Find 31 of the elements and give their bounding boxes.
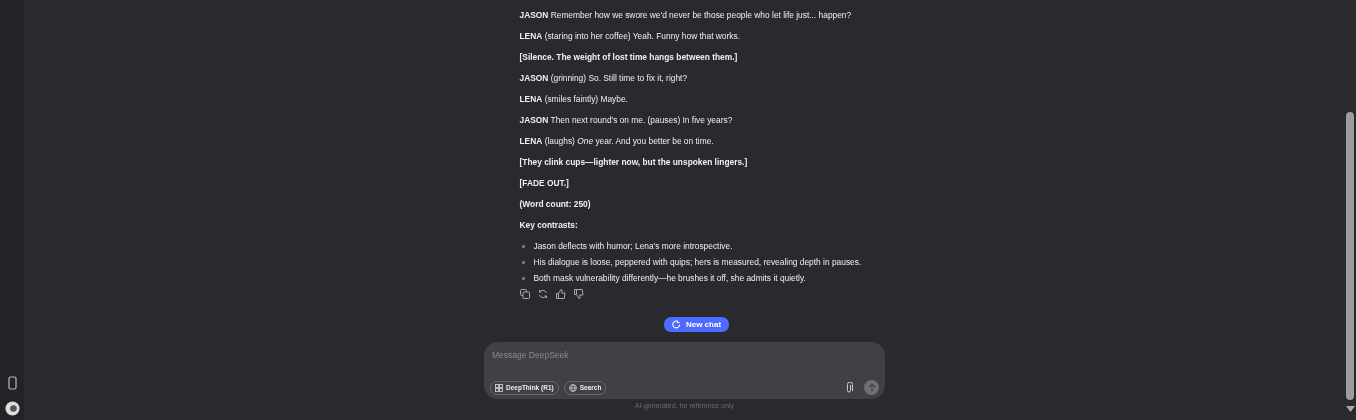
thumbs-down-icon[interactable] xyxy=(573,289,584,299)
new-chat-icon xyxy=(671,320,681,329)
stage-direction: [FADE OUT.] xyxy=(519,178,570,189)
bullet-dot-icon xyxy=(521,245,525,248)
dialogue-line: JASON (grinning) So. Still time to fix it, right? xyxy=(519,73,689,84)
dialogue-line: LENA (smiles faintly) Maybe. xyxy=(519,94,629,105)
dialogue-line: JASON Then next round's on me. (pauses) In five years? xyxy=(519,115,734,126)
phone-icon[interactable] xyxy=(7,376,17,390)
thumbs-up-icon[interactable] xyxy=(555,289,566,299)
stage-direction: [Silence. The weight of lost time hangs between them.] xyxy=(519,52,739,63)
grid-icon xyxy=(495,383,503,392)
scroll-down-icon[interactable] xyxy=(1345,406,1355,412)
avatar-icon[interactable] xyxy=(4,401,20,416)
bullet-dot-icon xyxy=(521,277,525,280)
bullet-item: Jason deflects with humor; Lena's more introspective. xyxy=(533,241,733,252)
refresh-icon[interactable] xyxy=(537,289,548,299)
stage-direction: [They clink cups—lighter now, but the unspoken lingers.] xyxy=(519,157,749,168)
new-chat-button[interactable]: New chat xyxy=(663,317,730,332)
copy-icon[interactable] xyxy=(519,289,530,299)
bullet-item: Both mask vulnerability differently—he brushes it off, she admits it quietly. xyxy=(533,273,806,284)
stage-direction: Key contrasts: xyxy=(519,220,579,231)
stage-direction: (Word count: 250) xyxy=(519,199,592,210)
globe-icon xyxy=(568,383,577,392)
dialogue-line: LENA (staring into her coffee) Yeah. Funny how that works. xyxy=(519,31,741,42)
bullet-item: His dialogue is loose, peppered with quips; hers is measured, revealing depth in pauses. xyxy=(533,257,862,268)
paperclip-icon[interactable] xyxy=(845,381,853,394)
dialogue-line: LENA (laughs) One year. And you better be on time. xyxy=(519,136,715,147)
arrow-up-icon xyxy=(867,383,876,392)
dialogue-line: JASON Remember how we swore we'd never be those people who let life just... happen? xyxy=(519,10,853,21)
bullet-dot-icon xyxy=(521,261,525,264)
scrollbar-thumb[interactable] xyxy=(1346,112,1354,400)
